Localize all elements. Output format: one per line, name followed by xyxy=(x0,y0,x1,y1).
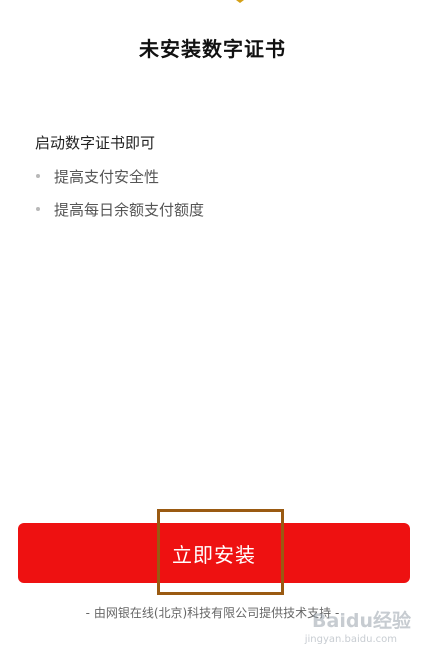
page-title: 未安装数字证书 xyxy=(139,37,286,61)
list-item: 提高支付安全性 xyxy=(34,165,204,187)
install-now-button[interactable]: 立即安装 xyxy=(18,523,410,583)
gold-icon xyxy=(236,0,244,3)
certificate-screen: 未安装数字证书 启动数字证书即可 提高支付安全性 提高每日余额支付额度 立即安装… xyxy=(0,0,425,662)
bullet-icon xyxy=(36,207,40,211)
info-heading: 启动数字证书即可 xyxy=(35,134,156,152)
benefit-list: 提高支付安全性 提高每日余额支付额度 xyxy=(34,165,204,231)
list-item: 提高每日余额支付额度 xyxy=(34,198,204,220)
watermark-brand: Baidu经验 xyxy=(312,610,411,632)
watermark-site: jingyan.baidu.com xyxy=(304,634,397,645)
watermark: Baidu经验 jingyan.baidu.com xyxy=(281,604,411,648)
benefit-text: 提高支付安全性 xyxy=(54,167,160,186)
bullet-icon xyxy=(36,174,40,178)
benefit-text: 提高每日余额支付额度 xyxy=(54,200,205,219)
